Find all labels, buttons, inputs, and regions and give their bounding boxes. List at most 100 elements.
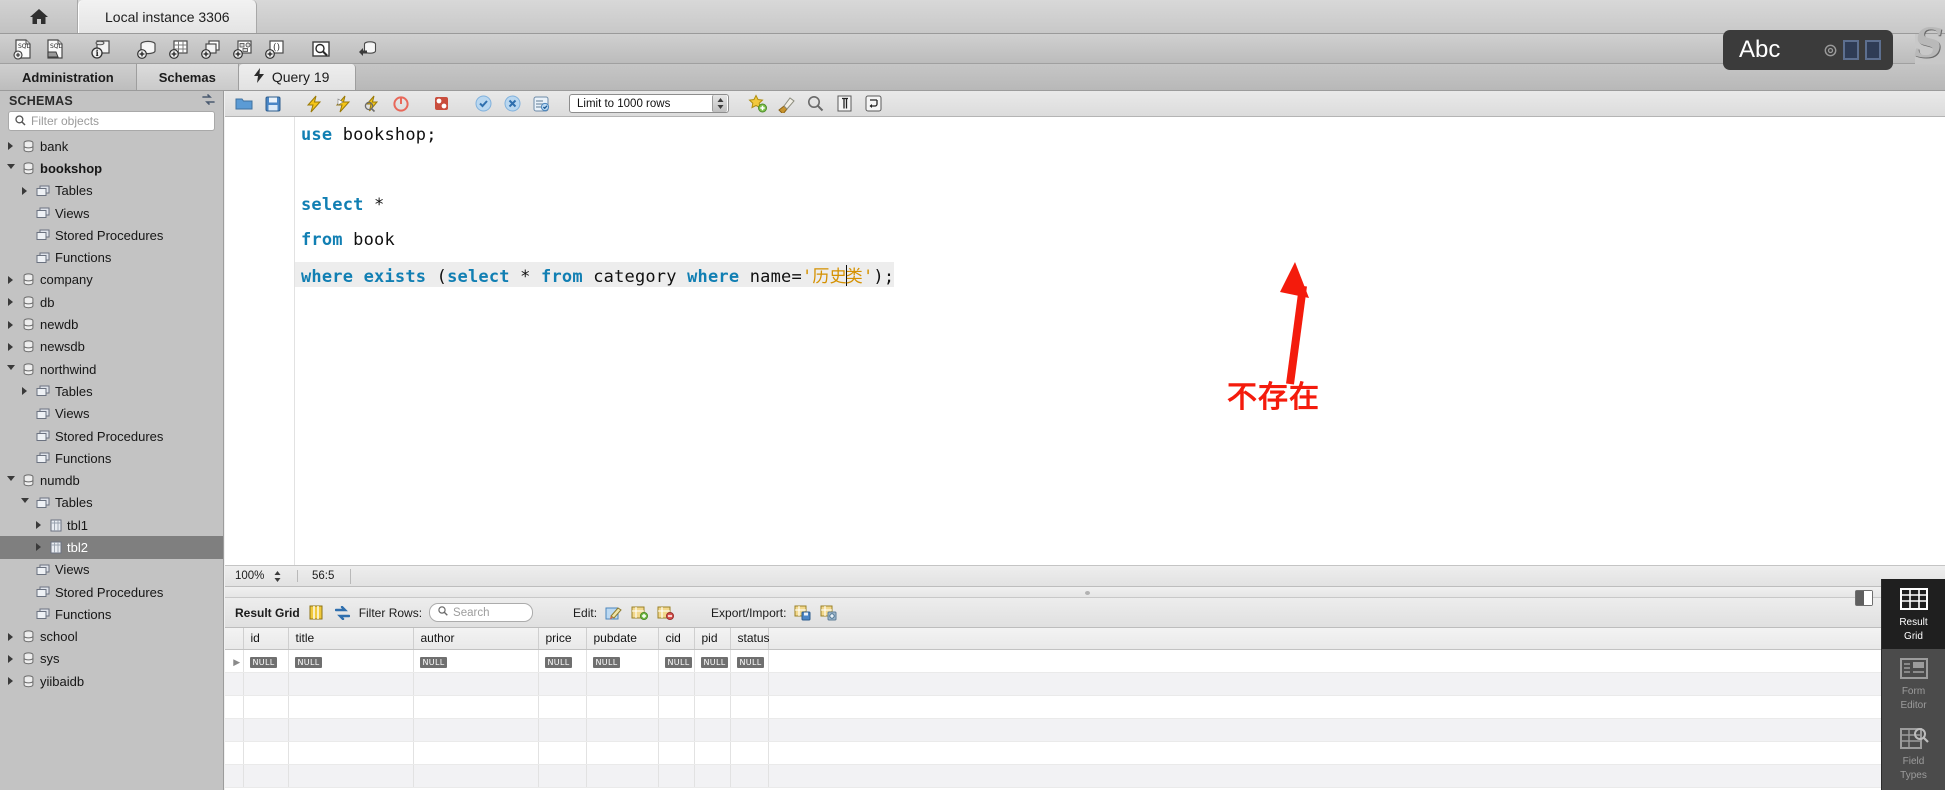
grid-cell[interactable] xyxy=(658,672,695,696)
table-row[interactable] xyxy=(225,764,1945,788)
twisty-right-icon[interactable] xyxy=(4,298,17,307)
grid-cell[interactable] xyxy=(413,718,539,742)
twisty-right-icon[interactable] xyxy=(4,320,17,329)
column-header-status[interactable]: status xyxy=(730,628,770,650)
grid-cell[interactable] xyxy=(288,764,414,788)
grid-cell[interactable] xyxy=(586,672,659,696)
grid-cell[interactable] xyxy=(694,672,731,696)
tree-item-views[interactable]: Views xyxy=(0,403,223,425)
grid-cell[interactable] xyxy=(768,718,1945,742)
grid-cell[interactable] xyxy=(586,741,659,765)
grid-cell[interactable] xyxy=(243,718,289,742)
tree-item-db[interactable]: db xyxy=(0,291,223,313)
tree-item-bank[interactable]: bank xyxy=(0,135,223,157)
instance-tab[interactable]: Local instance 3306 xyxy=(78,0,257,33)
new-sql-tab-icon[interactable]: SQL xyxy=(8,36,38,62)
grid-cell[interactable] xyxy=(243,695,289,719)
tree-item-stored-procedures[interactable]: Stored Procedures xyxy=(0,581,223,603)
create-view-icon[interactable] xyxy=(196,36,226,62)
grid-cell[interactable]: NULL xyxy=(586,649,659,673)
ime-indicator[interactable]: Abc xyxy=(1723,30,1893,70)
stop-icon[interactable] xyxy=(388,93,414,115)
code-line-5[interactable]: 5where exists (select * from category wh… xyxy=(225,257,1945,292)
tree-item-newdb[interactable]: newdb xyxy=(0,313,223,335)
tree-item-yiibaidb[interactable]: yiibaidb xyxy=(0,670,223,692)
tree-item-bookshop[interactable]: bookshop xyxy=(0,157,223,179)
grid-cell[interactable]: NULL xyxy=(243,649,289,673)
grid-view-icon[interactable] xyxy=(307,603,326,622)
grid-cell[interactable] xyxy=(538,718,587,742)
column-header-pubdate[interactable]: pubdate xyxy=(586,628,659,650)
tree-item-functions[interactable]: Functions xyxy=(0,246,223,268)
twisty-down-icon[interactable] xyxy=(4,163,17,173)
view-form-editor[interactable]: Form Editor xyxy=(1882,649,1945,719)
code-line-4[interactable]: 4from book xyxy=(225,222,1945,257)
beautify-query-icon[interactable] xyxy=(773,93,799,115)
row-limit-select[interactable]: Limit to 1000 rows xyxy=(569,94,729,113)
tree-item-functions[interactable]: Functions xyxy=(0,603,223,625)
twisty-right-icon[interactable] xyxy=(18,387,31,396)
grid-cell[interactable] xyxy=(730,672,769,696)
grid-cell[interactable] xyxy=(413,741,539,765)
tree-item-stored-procedures[interactable]: Stored Procedures xyxy=(0,224,223,246)
result-grid-body[interactable]: ▶ NULL NULL NULL NULL NULL NULL NULL NULL xyxy=(225,649,1945,788)
table-row[interactable] xyxy=(225,718,1945,742)
grid-cell[interactable] xyxy=(730,741,769,765)
tree-item-newsdb[interactable]: newsdb xyxy=(0,336,223,358)
create-procedure-icon[interactable] xyxy=(228,36,258,62)
find-icon[interactable] xyxy=(802,93,828,115)
twisty-right-icon[interactable] xyxy=(4,677,17,686)
create-table-icon[interactable] xyxy=(164,36,194,62)
import-recordset-icon[interactable] xyxy=(819,603,838,622)
refresh-arrows-icon[interactable] xyxy=(333,603,352,622)
column-header-id[interactable]: id xyxy=(243,628,289,650)
column-header-price[interactable]: price xyxy=(538,628,587,650)
toggle-panel-icon[interactable] xyxy=(1855,590,1873,606)
grid-cell[interactable] xyxy=(413,672,539,696)
grid-cell[interactable] xyxy=(768,764,1945,788)
result-grid[interactable]: id title author price pubdate cid pid status ▶ N… xyxy=(225,628,1945,790)
twisty-right-icon[interactable] xyxy=(4,275,17,284)
column-header-author[interactable]: author xyxy=(413,628,539,650)
add-snippet-icon[interactable] xyxy=(744,93,770,115)
grid-cell[interactable]: NULL xyxy=(413,649,539,673)
twisty-right-icon[interactable] xyxy=(32,543,45,552)
tree-item-company[interactable]: company xyxy=(0,269,223,291)
execute-current-statement-icon[interactable] xyxy=(330,93,356,115)
tree-item-tbl1[interactable]: tbl1 xyxy=(0,514,223,536)
view-result-grid[interactable]: Result Grid xyxy=(1882,579,1945,649)
tree-item-school[interactable]: school xyxy=(0,626,223,648)
grid-cell[interactable] xyxy=(730,695,769,719)
grid-cell[interactable] xyxy=(658,741,695,765)
grid-cell[interactable] xyxy=(243,764,289,788)
code-lines[interactable]: 1•use bookshop;23•select *4from book5whe… xyxy=(225,117,1945,292)
grid-cell[interactable] xyxy=(413,695,539,719)
grid-cell[interactable] xyxy=(586,695,659,719)
table-row[interactable] xyxy=(225,672,1945,696)
toggle-invisible-chars-icon[interactable] xyxy=(831,93,857,115)
grid-cell[interactable] xyxy=(730,718,769,742)
code-line-3[interactable]: 3•select * xyxy=(225,187,1945,222)
grid-cell[interactable] xyxy=(288,695,414,719)
tree-item-tables[interactable]: Tables xyxy=(0,380,223,402)
toggle-stop-on-error-icon[interactable] xyxy=(429,93,455,115)
chevron-updown-icon[interactable] xyxy=(712,95,727,112)
tree-item-stored-procedures[interactable]: Stored Procedures xyxy=(0,425,223,447)
grid-cell[interactable] xyxy=(538,741,587,765)
export-recordset-icon[interactable] xyxy=(793,603,812,622)
grid-cell[interactable] xyxy=(730,764,769,788)
grid-cell[interactable] xyxy=(768,695,1945,719)
twisty-right-icon[interactable] xyxy=(4,342,17,351)
tree-item-numdb[interactable]: numdb xyxy=(0,469,223,491)
grid-cell[interactable] xyxy=(243,741,289,765)
tree-item-functions[interactable]: Functions xyxy=(0,447,223,469)
code-line-1[interactable]: 1•use bookshop; xyxy=(225,117,1945,152)
grid-cell[interactable] xyxy=(694,718,731,742)
rollback-icon[interactable] xyxy=(499,93,525,115)
table-row[interactable] xyxy=(225,695,1945,719)
tree-item-views[interactable]: Views xyxy=(0,559,223,581)
grid-cell[interactable] xyxy=(538,764,587,788)
tab-schemas[interactable]: Schemas xyxy=(136,64,239,90)
grid-cell[interactable] xyxy=(694,695,731,719)
grid-cell[interactable] xyxy=(586,718,659,742)
